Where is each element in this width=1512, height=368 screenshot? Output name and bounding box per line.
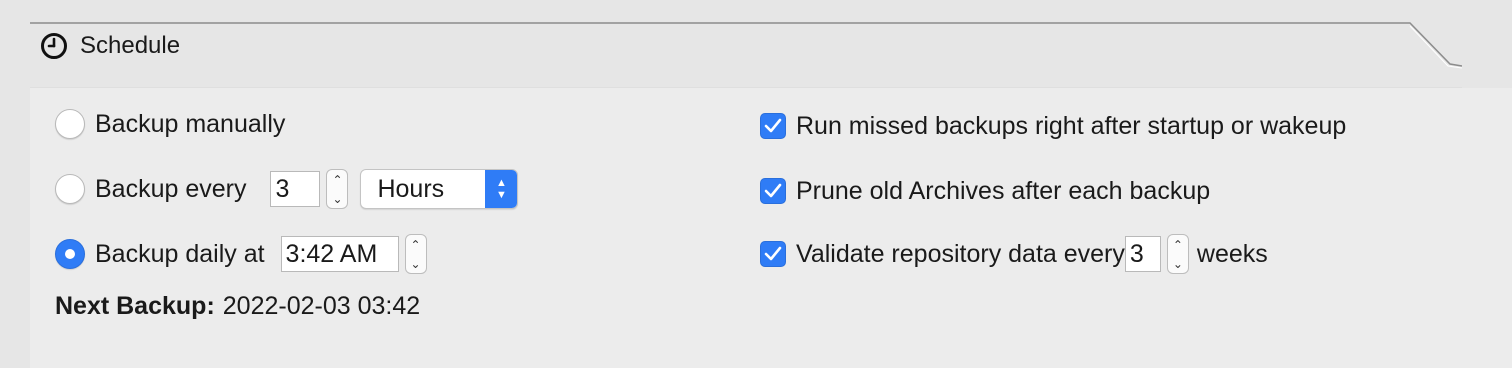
backup-every-unit-select[interactable]: Hours ▲ ▼: [360, 169, 519, 209]
run-missed-checkbox[interactable]: [760, 113, 786, 139]
next-backup-value: 2022-02-03 03:42: [222, 291, 421, 320]
validate-checkbox[interactable]: [760, 241, 786, 267]
validate-unit-label: weeks: [1196, 239, 1268, 268]
stepper-up-icon[interactable]: ⌃: [1173, 239, 1183, 251]
prune-option[interactable]: Prune old Archives after each backup: [760, 175, 1210, 207]
stepper-down-icon[interactable]: ⌄: [411, 258, 421, 270]
backup-every-radio[interactable]: [55, 174, 85, 204]
backup-daily-radio[interactable]: [55, 239, 85, 269]
tab-title: Schedule: [40, 28, 180, 64]
backup-manually-option[interactable]: Backup manually: [55, 108, 285, 140]
stepper-up-icon[interactable]: ⌃: [411, 239, 421, 251]
prune-checkbox[interactable]: [760, 178, 786, 204]
checkmark-icon: [764, 183, 782, 198]
validate-label: Validate repository data every: [796, 239, 1125, 268]
validate-interval-input[interactable]: 3: [1124, 236, 1161, 272]
unit-select-value: Hours: [377, 174, 445, 203]
next-backup-info: Next Backup: 2022-02-03 03:42: [55, 290, 420, 322]
validate-stepper[interactable]: ⌃ ⌄: [1166, 234, 1189, 274]
stepper-down-icon[interactable]: ⌄: [332, 193, 342, 205]
tab-label: Schedule: [80, 32, 181, 59]
prune-label: Prune old Archives after each backup: [796, 176, 1211, 205]
backup-every-option[interactable]: Backup every 3 ⌃ ⌄ Hours ▲ ▼: [55, 167, 519, 211]
backup-daily-stepper[interactable]: ⌃ ⌄: [404, 234, 427, 274]
backup-manually-radio[interactable]: [55, 109, 85, 139]
validate-option[interactable]: Validate repository data every 3 ⌃ ⌄ wee…: [760, 232, 1268, 276]
chevron-up-down-icon: ▲ ▼: [485, 170, 518, 208]
backup-every-label: Backup every: [95, 174, 247, 203]
backup-daily-option[interactable]: Backup daily at 3:42 AM ⌃ ⌄: [55, 232, 427, 276]
clock-icon: [40, 32, 68, 60]
schedule-tab[interactable]: Schedule: [30, 22, 1462, 88]
checkmark-icon: [764, 118, 782, 133]
backup-every-stepper[interactable]: ⌃ ⌄: [326, 169, 349, 209]
backup-daily-label: Backup daily at: [95, 239, 265, 268]
tab-outline: [30, 22, 1462, 88]
checkmark-icon: [764, 246, 782, 261]
stepper-down-icon[interactable]: ⌄: [1173, 258, 1183, 270]
backup-manually-label: Backup manually: [95, 109, 286, 138]
backup-daily-time-input[interactable]: 3:42 AM: [280, 236, 399, 272]
next-backup-label: Next Backup:: [55, 291, 215, 320]
backup-every-interval-input[interactable]: 3: [270, 171, 321, 207]
run-missed-label: Run missed backups right after startup o…: [796, 111, 1347, 140]
run-missed-option[interactable]: Run missed backups right after startup o…: [760, 110, 1346, 142]
stepper-up-icon[interactable]: ⌃: [332, 174, 342, 186]
